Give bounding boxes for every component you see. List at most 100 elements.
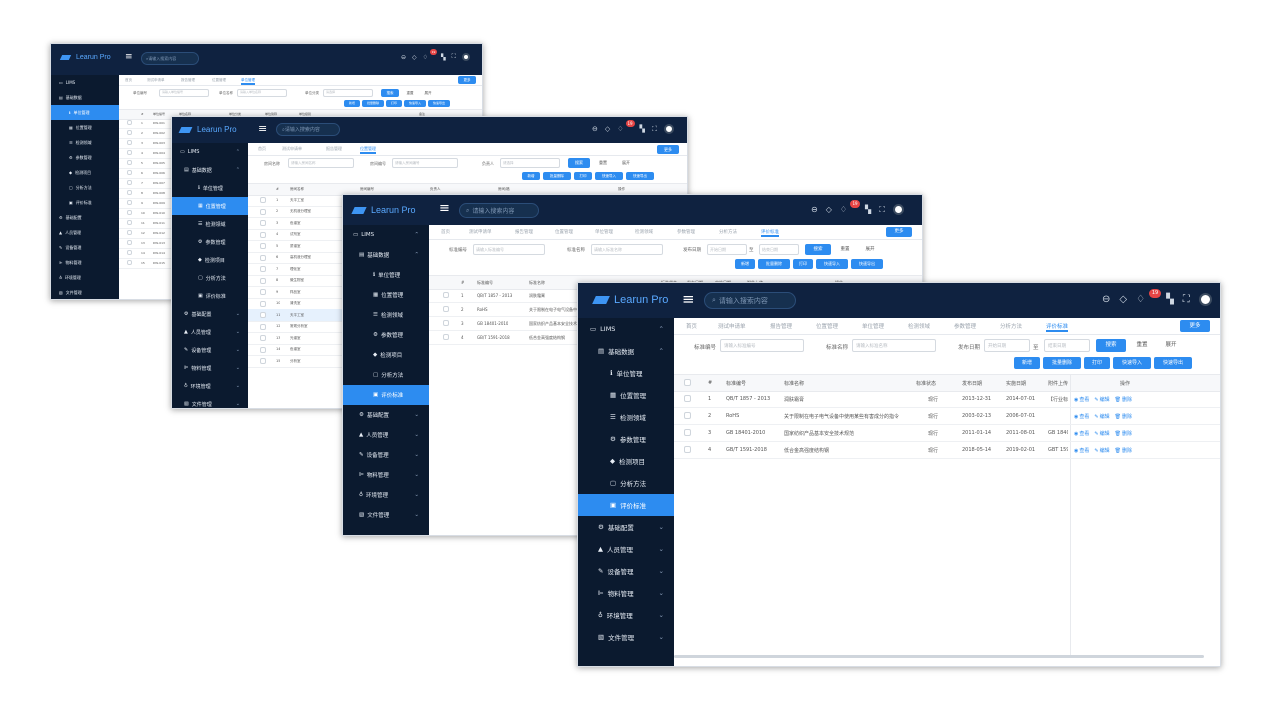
sidebar-item-param[interactable]: ⚙ 参数管理 [578, 428, 674, 450]
sidebar-item-unit[interactable]: ℹ 单位管理 [578, 362, 674, 384]
message-icon[interactable]: ▚ [1166, 294, 1174, 305]
sidebar-group-device[interactable]: ✎ 设备管理 ⌄ [343, 445, 429, 465]
start-date-input[interactable]: 开始日期 [984, 339, 1030, 352]
fullscreen-icon[interactable]: ⛶ [452, 53, 456, 61]
attachment[interactable]: GB 18401-2010 [1048, 430, 1068, 436]
reset-button[interactable]: 重置 [834, 244, 856, 255]
end-date-input[interactable]: 结束日期 [759, 244, 799, 255]
fullscreen-icon[interactable]: ⛶ [652, 125, 657, 134]
sidebar-group-file[interactable]: ▧ 文件管理 ⌄ [343, 505, 429, 525]
view-button[interactable]: ◉查看 [1074, 448, 1089, 454]
row-checkbox[interactable] [127, 160, 132, 165]
delete-button[interactable]: 🗑删除 [1115, 414, 1132, 420]
sidebar-item-standard[interactable]: ▣ 评价标准 [51, 195, 119, 210]
sidebar-group-material[interactable]: ⊫ 物料管理 ⌄ [578, 582, 674, 604]
more-button[interactable]: 更多 [458, 76, 476, 84]
row-checkbox[interactable] [127, 240, 132, 245]
tab-param[interactable]: 参数管理 [954, 322, 976, 330]
sidebar-item-location[interactable]: ▦ 位置管理 [172, 197, 248, 215]
tab-request[interactable]: 测试申请单 [147, 78, 165, 83]
import-button[interactable]: 快速导入 [404, 100, 426, 107]
sidebar-group-config[interactable]: ⚙ 基础配置 ⌄ [172, 305, 248, 323]
sidebar-group-device[interactable]: ✎ 设备管理 [51, 240, 119, 255]
menu-toggle-icon[interactable]: ≡ [439, 201, 450, 216]
view-button[interactable]: ◉查看 [1074, 414, 1089, 420]
message-icon[interactable]: ▚ [865, 205, 871, 214]
bell-icon[interactable]: ♢19 [423, 48, 438, 61]
sidebar-group-material[interactable]: ⊫ 物料管理 ⌄ [343, 465, 429, 485]
export-button[interactable]: 快速导出 [428, 100, 450, 107]
row-checkbox[interactable] [127, 230, 132, 235]
tab-standard[interactable]: 评价标准 [761, 229, 779, 237]
row-checkbox[interactable] [127, 260, 132, 265]
row-checkbox[interactable] [443, 306, 449, 312]
tab-request[interactable]: 测试申请单 [469, 229, 492, 235]
std-name-input[interactable]: 请输入标准名称 [852, 339, 936, 352]
sidebar-group-material[interactable]: ⊫ 物料管理 ⌄ [172, 359, 248, 377]
shield-icon[interactable]: ◇ [605, 125, 610, 133]
edit-button[interactable]: ✎编辑 [1094, 448, 1109, 454]
row-checkbox[interactable] [127, 130, 132, 135]
attachment[interactable]: 【行业标准】 [1048, 396, 1068, 403]
row-checkbox[interactable] [260, 346, 266, 353]
sidebar-group-staff[interactable]: ▲ 人员管理 [51, 225, 119, 240]
shield-icon[interactable]: ◇ [1119, 294, 1127, 305]
attachment[interactable]: GBT 1591-2018 [1048, 447, 1068, 453]
horizontal-scrollbar[interactable] [674, 655, 1204, 658]
end-date-input[interactable]: 结束日期 [1044, 339, 1090, 352]
row-checkbox[interactable] [684, 429, 691, 436]
tab-method[interactable]: 分析方法 [719, 229, 737, 235]
row-checkbox[interactable] [127, 120, 132, 125]
lock-icon[interactable]: ⊖ [401, 54, 406, 61]
reset-button[interactable]: 重置 [1129, 339, 1155, 352]
view-button[interactable]: ◉查看 [1074, 431, 1089, 437]
expand-button[interactable]: 展开 [420, 89, 436, 97]
sidebar-item-param[interactable]: ⚙ 参数管理 [51, 150, 119, 165]
sidebar-module-lims[interactable]: ▭ LIMS ⌃ [343, 225, 429, 245]
row-checkbox[interactable] [127, 220, 132, 225]
lock-icon[interactable]: ⊖ [592, 125, 598, 133]
sidebar-item-project[interactable]: ◆ 检测项目 [578, 450, 674, 472]
tab-location[interactable]: 位置管理 [360, 146, 376, 154]
tab-domain[interactable]: 检测领域 [635, 229, 653, 235]
avatar[interactable] [461, 53, 470, 61]
batch-delete-button[interactable]: 批量删除 [1043, 357, 1081, 369]
tab-request[interactable]: 测试申请单 [282, 146, 302, 152]
row-checkbox[interactable] [260, 220, 266, 226]
row-checkbox[interactable] [684, 446, 691, 453]
avatar[interactable] [663, 124, 674, 134]
bell-icon[interactable]: ♢19 [617, 120, 635, 133]
print-button[interactable]: 打印 [1084, 357, 1110, 369]
sidebar-item-unit[interactable]: ℹ 单位管理 [172, 179, 248, 197]
batch-delete-button[interactable]: 批量删除 [362, 100, 384, 107]
expand-button[interactable]: 展开 [616, 158, 636, 168]
row-checkbox[interactable] [443, 320, 449, 326]
row-checkbox[interactable] [127, 210, 132, 215]
sidebar-item-method[interactable]: ▢ 分析方法 [51, 180, 119, 195]
more-button[interactable]: 更多 [886, 227, 912, 237]
search-input[interactable]: ⌕ 请输入搜索内容 [459, 203, 539, 218]
reset-button[interactable]: 重置 [402, 89, 418, 97]
sidebar-item-domain[interactable]: ☰ 检测领域 [51, 135, 119, 150]
sidebar-group-file[interactable]: ▧ 文件管理 [51, 285, 119, 299]
avatar[interactable] [892, 204, 904, 215]
sidebar-group-staff[interactable]: ▲ 人员管理 ⌄ [343, 425, 429, 445]
sidebar-module-lims[interactable]: ▭ LIMS ⌃ [172, 143, 248, 161]
tab-method[interactable]: 分析方法 [1000, 322, 1022, 330]
expand-button[interactable]: 展开 [1158, 339, 1184, 352]
row-checkbox[interactable] [127, 140, 132, 145]
row-checkbox[interactable] [260, 335, 266, 341]
delete-button[interactable]: 🗑删除 [1115, 448, 1132, 454]
reset-button[interactable]: 重置 [593, 158, 613, 168]
row-checkbox[interactable] [127, 170, 132, 175]
more-button[interactable]: 更多 [657, 145, 679, 154]
sidebar-group-file[interactable]: ▧ 文件管理 ⌄ [172, 395, 248, 408]
lock-icon[interactable]: ⊖ [1102, 294, 1110, 305]
row-checkbox[interactable] [127, 190, 132, 195]
std-no-input[interactable]: 请输入标准编号 [473, 244, 545, 255]
tab-report[interactable]: 报告管理 [515, 229, 533, 235]
message-icon[interactable]: ▚ [640, 125, 645, 133]
export-button[interactable]: 快速导出 [626, 172, 654, 180]
sidebar-group-device[interactable]: ✎ 设备管理 ⌄ [578, 560, 674, 582]
table-row[interactable]: 2 RoHS 关于限制在电子电气设备中使用某些有害成分的指令 现行 2003-02-13… [674, 407, 1220, 425]
